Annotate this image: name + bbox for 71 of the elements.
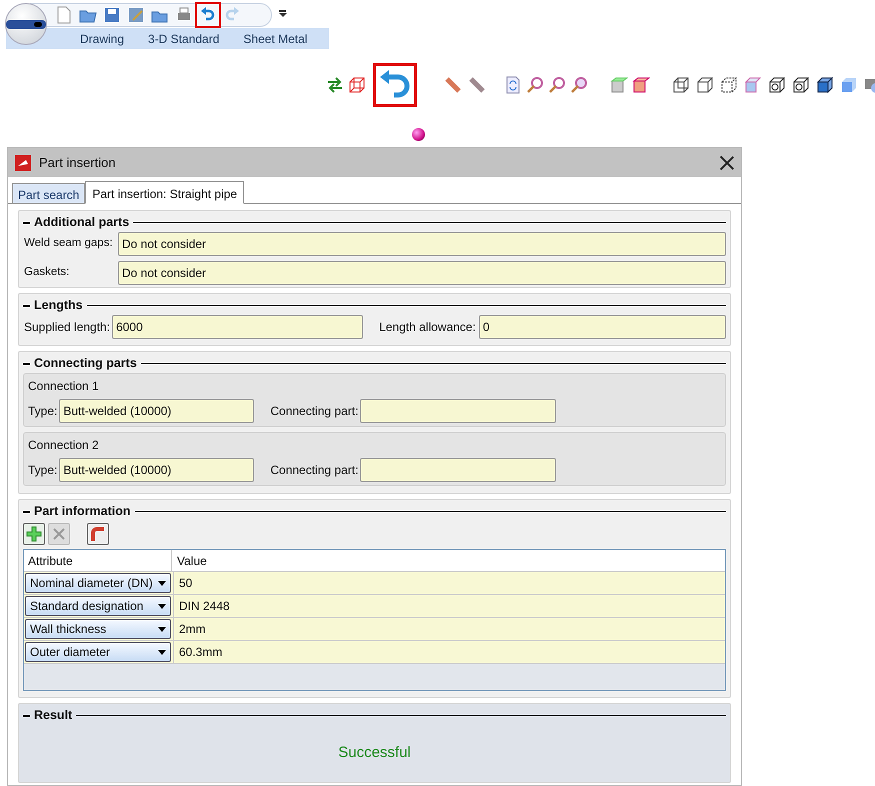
window-title: Part insertion	[39, 154, 117, 172]
collapse-icon[interactable]	[23, 302, 30, 309]
input-field[interactable]: Butt-welded (10000)	[59, 399, 254, 423]
magnifier-icon[interactable]	[526, 76, 544, 94]
refresh-document-icon[interactable]	[504, 76, 522, 94]
group-title: Lengths	[34, 297, 83, 314]
table-cell: 50	[173, 572, 725, 594]
field-label: Connecting part:	[270, 403, 358, 420]
field-label: Type:	[28, 403, 58, 420]
attribute-dropdown[interactable]: Nominal diameter (DN)	[25, 573, 171, 593]
overflow-caret-icon[interactable]	[279, 10, 288, 17]
field-label: Type:	[28, 462, 58, 479]
table-cell: 2mm	[173, 618, 725, 640]
field-label: Connecting part:	[270, 462, 358, 479]
table-cell: DIN 2448	[173, 595, 725, 617]
column-header: Attribute	[24, 550, 172, 571]
cube-icon[interactable]	[792, 76, 810, 94]
input-field[interactable]: Do not consider	[118, 261, 726, 285]
caret-icon	[158, 650, 166, 654]
caret-icon	[158, 604, 166, 608]
connection-title: Connection 1	[28, 378, 99, 395]
magnifier-icon[interactable]	[570, 76, 588, 94]
tab[interactable]: Part search	[12, 183, 86, 203]
magnifier-icon[interactable]	[548, 76, 566, 94]
group-title: Part information	[34, 503, 131, 520]
ribbon-tab[interactable]: Drawing	[68, 30, 136, 48]
input-field[interactable]: 0	[478, 315, 726, 339]
connection-title: Connection 2	[28, 437, 99, 454]
pipe-bend-icon	[90, 526, 106, 542]
new-document-icon[interactable]	[55, 6, 73, 24]
cube-icon[interactable]	[816, 76, 834, 94]
ribbon-tab[interactable]: 3-D Standard	[136, 30, 232, 48]
input-field[interactable]: Butt-welded (10000)	[59, 458, 254, 482]
caret-icon	[158, 626, 166, 632]
attribute-dropdown[interactable]: Standard designation	[25, 596, 171, 616]
wireframe-cube-icon[interactable]	[672, 76, 690, 94]
group-title: Result	[34, 707, 72, 724]
attribute-dropdown[interactable]: Outer diameter	[25, 642, 171, 662]
close-icon[interactable]	[720, 156, 734, 170]
collapse-icon[interactable]	[23, 508, 30, 515]
collapse-icon[interactable]	[23, 712, 30, 719]
field-label: Weld seam gaps:	[24, 236, 114, 252]
collapse-icon[interactable]	[23, 360, 30, 367]
collapse-icon[interactable]	[23, 219, 30, 226]
save-as-icon[interactable]	[127, 6, 145, 24]
group-title: Connecting parts	[34, 355, 137, 372]
input-field[interactable]: Do not consider	[118, 232, 726, 256]
field-label: Gaskets:	[24, 265, 70, 280]
pipe-attribute-button[interactable]	[87, 523, 109, 545]
cube-icon[interactable]	[768, 76, 786, 94]
plus-icon	[26, 526, 42, 542]
input-field[interactable]	[360, 399, 556, 423]
group-title: Additional parts	[34, 214, 130, 232]
caret-icon	[158, 580, 166, 586]
field-label: Supplied length:	[24, 319, 110, 336]
column-header: Value	[176, 552, 208, 570]
field-label: Length allowance:	[379, 319, 476, 336]
swap-arrows-icon[interactable]	[326, 76, 344, 94]
cross-icon	[52, 527, 66, 541]
ribbon-tab[interactable]: Sheet Metal	[231, 30, 320, 48]
input-field[interactable]	[360, 458, 556, 482]
app-icon	[15, 154, 31, 170]
status-message: Successful	[337, 743, 412, 763]
tab[interactable]: Part insertion: Straight pipe	[85, 181, 244, 204]
table-cell: 60.3mm	[173, 641, 725, 663]
input-field[interactable]: 6000	[112, 315, 364, 339]
cube-icon[interactable]	[720, 76, 738, 94]
wireframe-cube-icon[interactable]	[348, 76, 366, 94]
add-button[interactable]	[23, 523, 45, 545]
attribute-dropdown[interactable]: Wall thickness	[25, 619, 171, 639]
cube-icon[interactable]	[696, 76, 714, 94]
